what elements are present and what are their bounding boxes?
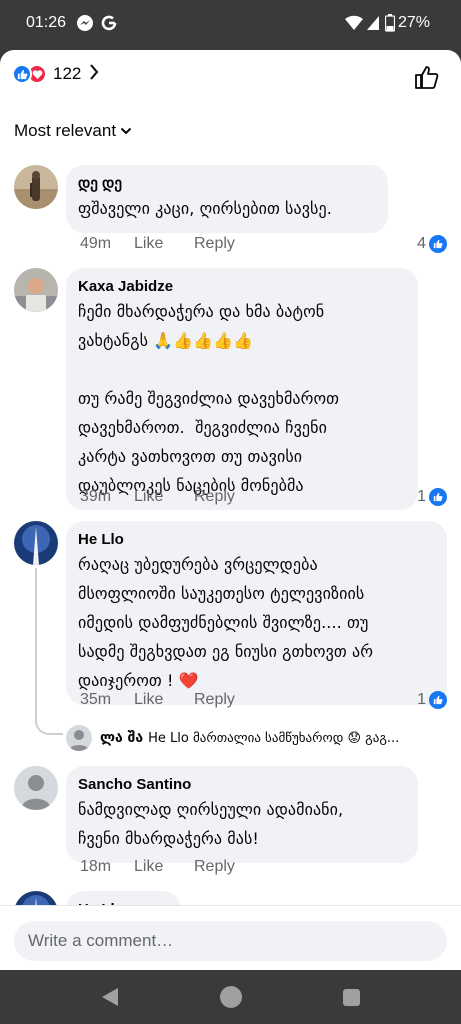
- like-button[interactable]: Like: [134, 488, 194, 506]
- like-reaction-icon: [429, 691, 447, 709]
- comment-time: 39m: [80, 488, 112, 505]
- like-button[interactable]: Like: [134, 858, 194, 876]
- comment-author[interactable]: Kaxa Jabidze: [78, 277, 406, 296]
- sheet-header: 122: [0, 50, 461, 105]
- comment-actions: 18m Like Reply: [80, 858, 235, 876]
- comment-like-count[interactable]: 1: [417, 691, 447, 709]
- thread-connector-curve: [35, 713, 63, 735]
- battery-percent: 27%: [398, 14, 431, 31]
- comment-time: 18m: [80, 858, 112, 875]
- system-nav-bar: [0, 970, 461, 1024]
- chevron-down-icon: [120, 127, 132, 135]
- comment-bubble[interactable]: He Llo რაღაც უბედურება ვრცელდება მსოფლიო…: [66, 521, 447, 705]
- avatar[interactable]: [14, 165, 58, 209]
- reply-text: He Llo მართალია სამწუხაროდ 😟 გაგ...: [148, 730, 400, 746]
- like-reaction-icon: [12, 64, 32, 84]
- reply-button[interactable]: Reply: [194, 488, 235, 506]
- like-count-value: 1: [417, 488, 426, 505]
- back-icon[interactable]: [101, 987, 119, 1011]
- comment-text: ფშაველი კაცი, ღირსებით სავსე.: [78, 199, 332, 218]
- comment-author[interactable]: He Llo: [78, 530, 435, 549]
- reply-button[interactable]: Reply: [194, 858, 235, 876]
- comment-like-count[interactable]: 1: [417, 488, 447, 506]
- signal-icon: [366, 14, 380, 36]
- comments-sheet: 122 Most relevant დე დე ფშაველი კაცი, ღი…: [0, 50, 461, 970]
- like-reaction-icon: [429, 235, 447, 253]
- avatar[interactable]: [14, 521, 58, 565]
- comment-time: 49m: [80, 235, 112, 252]
- comment-composer-bar: Write a comment…: [0, 905, 461, 970]
- google-icon: [100, 14, 118, 36]
- home-icon[interactable]: [220, 986, 242, 1008]
- avatar[interactable]: [14, 766, 58, 810]
- thumbs-up-outline-icon[interactable]: [414, 64, 440, 90]
- comment-like-count[interactable]: 4: [417, 235, 447, 253]
- reply-avatar: [66, 725, 92, 751]
- like-count-value: 1: [417, 691, 426, 708]
- status-bar: 01:26 27%: [0, 0, 461, 50]
- comment-input-placeholder: Write a comment…: [28, 931, 174, 950]
- comment-actions: 49m Like Reply: [80, 235, 235, 253]
- comment-bubble[interactable]: Sancho Santino ნამდვილად ღირსეული ადამია…: [66, 766, 418, 863]
- comment-bubble[interactable]: Kaxa Jabidze ჩემი მხარდაჭერა და ხმა ბატო…: [66, 268, 418, 510]
- recents-icon[interactable]: [343, 989, 360, 1006]
- battery-icon: [384, 14, 396, 36]
- wifi-icon: [344, 14, 364, 36]
- comment-author[interactable]: Sancho Santino: [78, 775, 406, 794]
- comment-text: ჩემი მხარდაჭერა და ხმა ბატონ ვახტანგს 🙏👍…: [78, 302, 340, 495]
- like-reaction-icon: [429, 488, 447, 506]
- comment-text: ნამდვილად ღირსეული ადამიანი, ჩვენი მხარდ…: [78, 800, 344, 848]
- reply-button[interactable]: Reply: [194, 691, 235, 709]
- reactions-summary[interactable]: 122: [12, 64, 99, 84]
- like-button[interactable]: Like: [134, 235, 194, 253]
- comment-bubble[interactable]: დე დე ფშაველი კაცი, ღირსებით სავსე.: [66, 165, 388, 233]
- avatar[interactable]: [14, 268, 58, 312]
- sort-dropdown[interactable]: Most relevant: [14, 121, 132, 141]
- reaction-count: 122: [53, 64, 82, 83]
- sort-label: Most relevant: [14, 121, 117, 140]
- comment-actions: 35m Like Reply: [80, 691, 235, 709]
- like-count-value: 4: [417, 235, 426, 252]
- reply-button[interactable]: Reply: [194, 235, 235, 253]
- comment-time: 35m: [80, 691, 112, 708]
- reply-author: ლა შა: [100, 730, 144, 746]
- comment-actions: 39m Like Reply: [80, 488, 235, 506]
- reply-preview[interactable]: ლა შა He Llo მართალია სამწუხაროდ 😟 გაგ..…: [66, 723, 399, 753]
- chevron-right-icon: [89, 64, 99, 84]
- thread-connector: [35, 568, 37, 713]
- comment-text: რაღაც უბედურება ვრცელდება მსოფლიოში საუკ…: [78, 555, 374, 690]
- comment-author[interactable]: დე დე: [78, 174, 376, 193]
- like-button[interactable]: Like: [134, 691, 194, 709]
- status-time: 01:26: [26, 14, 67, 31]
- messenger-icon: [76, 14, 94, 36]
- comment-input[interactable]: Write a comment…: [14, 921, 447, 961]
